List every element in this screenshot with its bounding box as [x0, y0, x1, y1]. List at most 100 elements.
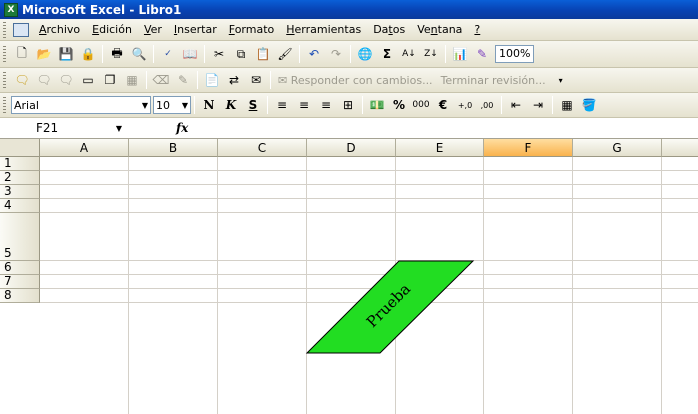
menu-item[interactable]: ?: [468, 23, 486, 36]
chart-wizard-icon[interactable]: 📊: [450, 44, 470, 64]
show-comment-icon[interactable]: ▭: [78, 70, 98, 90]
toolbar-grip[interactable]: [3, 97, 6, 113]
menu-item[interactable]: Insertar: [168, 23, 223, 36]
separator: [204, 45, 205, 63]
menu-item[interactable]: Edición: [86, 23, 138, 36]
reply-icon: ✉: [278, 73, 291, 87]
separator: [350, 45, 351, 63]
menu-item[interactable]: Formato: [223, 23, 281, 36]
merge-center-icon[interactable]: ⊞: [338, 95, 358, 115]
menu-accelerator: H: [286, 23, 295, 36]
paste-icon[interactable]: 📋: [253, 44, 273, 64]
new-comment-icon[interactable]: 🗨: [12, 70, 32, 90]
align-center-icon[interactable]: ≡: [294, 95, 314, 115]
underline-button[interactable]: S: [243, 95, 263, 115]
update-file-icon[interactable]: ⇄: [224, 70, 244, 90]
show-ink-icon[interactable]: ▦: [122, 70, 142, 90]
print-icon[interactable]: 🖶: [107, 44, 127, 64]
open-folder-icon[interactable]: 📂: [34, 44, 54, 64]
separator: [102, 45, 103, 63]
document-icon[interactable]: [13, 22, 29, 37]
standard-toolbar: 🗋 📂 💾 🔒 🖶 🔍 ✓ 📖 ✂ ⧉ 📋 🖌 ↶ ↷ 🌐 Σ A↓ Z↓ 📊 …: [0, 41, 698, 68]
menu-accelerator: V: [143, 23, 151, 36]
worksheet-grid[interactable]: ABCDEFG12345678 Prueba: [0, 139, 698, 414]
separator: [267, 96, 268, 114]
chevron-down-icon[interactable]: ▼: [180, 101, 190, 110]
redo-icon[interactable]: ↷: [326, 44, 346, 64]
toolbar-grip[interactable]: [3, 72, 6, 88]
permission-icon[interactable]: 🔒: [78, 44, 98, 64]
bold-button[interactable]: N: [199, 95, 219, 115]
font-size-value: 10: [156, 98, 170, 112]
hyperlink-icon[interactable]: 🌐: [355, 44, 375, 64]
toolbar-grip[interactable]: [3, 21, 6, 38]
menu-item[interactable]: Herramientas: [280, 23, 367, 36]
font-name-combo[interactable]: Arial ▼: [11, 96, 151, 114]
spelling-icon[interactable]: ✓: [158, 44, 178, 64]
decrease-decimal-button[interactable]: ,00: [477, 95, 497, 115]
italic-button[interactable]: K: [221, 95, 241, 115]
undo-icon[interactable]: ↶: [304, 44, 324, 64]
create-task-icon[interactable]: 📄: [202, 70, 222, 90]
euro-button[interactable]: €: [433, 95, 453, 115]
send-mail-icon[interactable]: ✉: [246, 70, 266, 90]
previous-comment-icon[interactable]: 🗨: [34, 70, 54, 90]
formatting-toolbar: Arial ▼ 10 ▼ N K S ≡ ≡ ≡ ⊞ 💵 % 000 € +,0…: [0, 93, 698, 118]
sort-ascending-icon[interactable]: A↓: [399, 44, 419, 64]
parallelogram-shape[interactable]: Prueba: [0, 139, 698, 414]
menu-item[interactable]: Ventana: [411, 23, 468, 36]
increase-indent-icon[interactable]: ⇥: [528, 95, 548, 115]
end-review-button[interactable]: Terminar revisión...: [441, 74, 546, 87]
percent-button[interactable]: %: [389, 95, 409, 115]
align-right-icon[interactable]: ≡: [316, 95, 336, 115]
next-comment-icon[interactable]: 🗨: [56, 70, 76, 90]
fill-color-icon[interactable]: 🪣: [579, 95, 599, 115]
window-title: Microsoft Excel - Libro1: [22, 2, 182, 17]
font-name-value: Arial: [14, 98, 39, 112]
separator: [501, 96, 502, 114]
menu-item[interactable]: Archivo: [33, 23, 86, 36]
menu-item[interactable]: Datos: [367, 23, 411, 36]
title-bar: X Microsoft Excel - Libro1: [0, 0, 698, 19]
reply-with-changes-button[interactable]: ✉ Responder con cambios...: [278, 74, 433, 87]
menu-accelerator: F: [228, 23, 235, 36]
name-box[interactable]: F21 ▼: [0, 119, 130, 138]
show-all-comments-icon[interactable]: ❐: [100, 70, 120, 90]
zoom-combo[interactable]: 100%: [495, 45, 535, 63]
separator: [362, 96, 363, 114]
currency-icon[interactable]: 💵: [367, 95, 387, 115]
new-document-icon[interactable]: 🗋: [12, 44, 32, 64]
name-box-value: F21: [36, 121, 59, 135]
align-left-icon[interactable]: ≡: [272, 95, 292, 115]
borders-icon[interactable]: ▦: [557, 95, 577, 115]
separator: [270, 71, 271, 89]
chevron-down-icon[interactable]: ▼: [140, 101, 150, 110]
autosum-icon[interactable]: Σ: [377, 44, 397, 64]
menu-accelerator: I: [173, 23, 178, 36]
delete-comment-icon[interactable]: ⌫: [151, 70, 171, 90]
delete-ink-icon[interactable]: ✎: [173, 70, 193, 90]
insert-function-icon[interactable]: fx: [176, 121, 188, 135]
font-size-combo[interactable]: 10 ▼: [153, 96, 191, 114]
chevron-down-icon[interactable]: ▼: [116, 124, 122, 133]
sort-descending-icon[interactable]: Z↓: [421, 44, 441, 64]
separator: [153, 45, 154, 63]
menu-bar: Archivo Edición Ver Insertar Formato Herramie…: [0, 19, 698, 41]
separator: [197, 71, 198, 89]
thousands-button[interactable]: 000: [411, 95, 431, 115]
cut-icon[interactable]: ✂: [209, 44, 229, 64]
save-icon[interactable]: 💾: [56, 44, 76, 64]
format-painter-icon[interactable]: 🖌: [275, 44, 295, 64]
toolbar-options-icon[interactable]: ▾: [551, 70, 571, 90]
drawing-icon[interactable]: ✎: [472, 44, 492, 64]
increase-decimal-button[interactable]: +,0: [455, 95, 475, 115]
excel-logo-icon: X: [4, 2, 18, 17]
print-preview-icon[interactable]: 🔍: [129, 44, 149, 64]
decrease-indent-icon[interactable]: ⇤: [506, 95, 526, 115]
toolbar-grip[interactable]: [3, 46, 6, 62]
research-icon[interactable]: 📖: [180, 44, 200, 64]
copy-icon[interactable]: ⧉: [231, 44, 251, 64]
reply-with-changes-label: Responder con cambios...: [290, 73, 433, 87]
menu-item[interactable]: Ver: [138, 23, 168, 36]
formula-bar: F21 ▼ fx: [0, 118, 698, 139]
